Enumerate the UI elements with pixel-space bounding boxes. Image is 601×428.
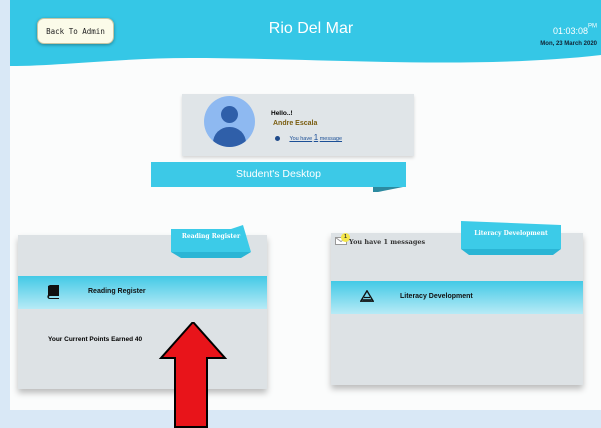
header: Back To Admin Rio Del Mar 01:03:08PM Mon… [10,0,601,68]
literacy-development-row-label: Literacy Development [400,293,473,300]
literacy-development-tag: Literacy Development [461,221,561,257]
students-desktop-label: Student's Desktop [236,168,321,180]
message-link[interactable]: You have 1 message [275,133,342,142]
clock-ampm: PM [588,23,597,30]
reading-register-card: Reading Register Reading Register Your C… [18,225,267,389]
avatar [204,96,255,147]
messages-text: You have 1 messages [349,238,426,246]
clock-date: Mon, 23 March 2020 [540,41,597,47]
reading-register-tag-label: Reading Register [181,233,241,240]
back-to-admin-button[interactable]: Back To Admin [37,18,114,44]
points-earned: Your Current Points Earned 40 [48,336,143,343]
message-count: 1 [313,133,319,142]
literacy-development-row[interactable]: Literacy Development [331,281,583,314]
message-suffix: message [319,136,343,142]
greeting: Hello..! [271,110,293,117]
book-icon [47,285,59,299]
profile-card: Hello..! Andre Escala You have 1 message [182,94,414,156]
app-title: Rio Del Mar [268,20,354,37]
reading-register-row[interactable]: Reading Register [18,276,267,309]
user-name: Andre Escala [273,120,318,127]
clock: 01:03:08PM Mon, 23 March 2020 [540,21,597,47]
literacy-development-card: 1 You have 1 messages Literacy Developme… [331,221,583,385]
message-dot-icon [275,136,280,142]
clock-time: 01:03:08 [552,26,588,36]
reading-register-row-label: Reading Register [88,288,146,295]
message-prefix: You have [289,136,313,142]
literacy-development-tag-label: Literacy Development [474,230,548,237]
triangle-icon [360,290,374,302]
reading-register-tag: Reading Register [171,225,251,260]
red-arrow-up-icon [158,322,228,428]
